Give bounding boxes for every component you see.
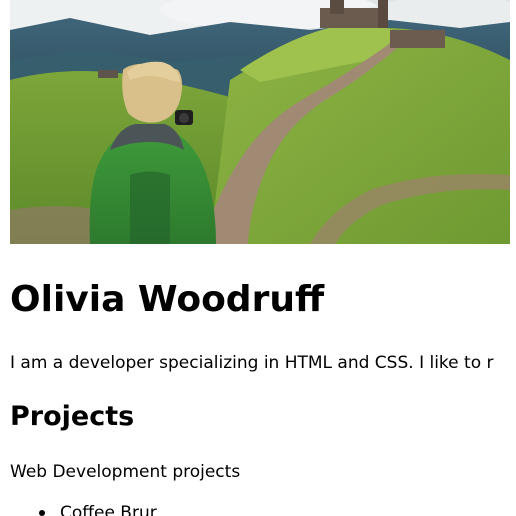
profile-name: Olivia Woodruff [10,279,325,320]
projects-heading: Projects [10,401,135,432]
hero-image [10,0,510,244]
projects-subtitle: Web Development projects [10,462,241,482]
bullet-icon [39,510,45,516]
profile-intro: I am a developer specializing in HTML an… [10,353,494,373]
project-label: Coffee Brur [60,503,157,516]
projects-list: Coffee Brur [10,500,157,516]
project-list-item[interactable]: Coffee Brur [39,500,157,516]
hero-photo-illustration [10,0,510,244]
portfolio-page: Olivia Woodruff I am a developer special… [0,0,516,516]
